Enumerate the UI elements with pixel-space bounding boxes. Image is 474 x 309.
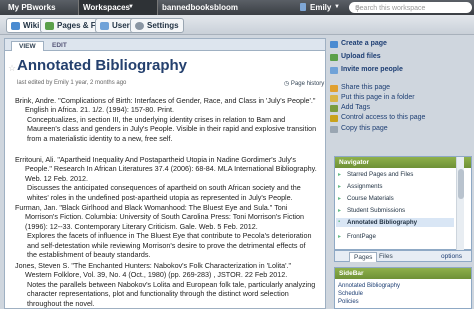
chevron-right-icon: ▸: [338, 172, 342, 178]
search-input[interactable]: ⚲ Search this workspace: [349, 2, 472, 13]
invite-people-label: Invite more people: [341, 66, 403, 73]
chevron-right-icon: ▸: [338, 234, 342, 240]
copy-page-link[interactable]: Copy this page: [330, 125, 388, 135]
scrollbar-thumb[interactable]: [458, 169, 464, 199]
bibliography-entry: Furman, Jan. "Black Girlhood and Black W…: [15, 203, 317, 259]
star-icon[interactable]: ☆: [8, 63, 16, 74]
chevron-down-icon[interactable]: ▼: [128, 4, 134, 10]
copy-page-label: Copy this page: [341, 125, 388, 132]
page-history-label: Page history: [290, 81, 325, 87]
copy-icon: [330, 126, 338, 133]
upload-files-label: Upload files: [341, 53, 381, 60]
create-page-link[interactable]: Create a page: [330, 40, 387, 50]
search-placeholder: Search this workspace: [355, 5, 426, 12]
gear-icon: [135, 22, 144, 30]
tab-pages[interactable]: Pages: [349, 252, 378, 262]
page-icon: ▪: [338, 219, 341, 225]
chevron-right-icon: ▸: [338, 196, 342, 202]
navigator-scrollbar[interactable]: [456, 157, 464, 252]
bibliography-entry: Jones, Steven S. "The Enchanted Hunters:…: [15, 261, 317, 308]
nav-item-starred[interactable]: ▸ Starred Pages and Files: [338, 171, 413, 178]
sidebar-link[interactable]: Schedule: [338, 291, 363, 297]
last-edited-meta: last edited by Emily 1 year, 2 months ag…: [17, 80, 127, 86]
options-link[interactable]: options: [437, 252, 466, 261]
folder-icon: [330, 95, 338, 102]
tab-wiki-label: Wiki: [23, 21, 40, 30]
user-menu-chevron-icon[interactable]: ▼: [334, 4, 340, 10]
add-tags-label: Add Tags: [341, 104, 371, 111]
share-page-link[interactable]: Share this page: [330, 84, 390, 94]
share-icon: [330, 85, 338, 92]
control-access-label: Control access to this page: [341, 114, 426, 121]
folder-icon: [45, 22, 54, 30]
wiki-icon: [11, 22, 20, 30]
workspace-name[interactable]: bannedbooksbloom: [162, 3, 238, 12]
bibliography-entry: Erritouni, Ali. "Apartheid Inequality An…: [15, 155, 317, 202]
bibliography-entry: Brink, Andre. "Complications of Birth: I…: [15, 96, 317, 143]
users-icon: [100, 22, 109, 30]
tab-wiki[interactable]: Wiki: [6, 18, 45, 33]
chevron-right-icon: ▸: [338, 184, 342, 190]
nav-item-label: Student Submissions: [347, 207, 406, 214]
new-page-icon: [330, 41, 338, 48]
nav-item-label: Assignments: [347, 183, 383, 190]
user-icon: [300, 3, 306, 11]
tab-settings[interactable]: Settings: [130, 18, 184, 33]
lock-icon: [330, 115, 338, 122]
page-actions: Create a page Upload files Invite more p…: [330, 38, 472, 138]
view-edit-tabs: VIEW EDIT: [5, 39, 325, 51]
tab-edit[interactable]: EDIT: [45, 41, 74, 51]
page-content: VIEW EDIT ☆ Annotated Bibliography last …: [4, 38, 326, 309]
clock-icon: ◷: [284, 81, 291, 87]
sidebar-link[interactable]: Annotated Bibliography: [338, 283, 400, 289]
nav-item-label: Starred Pages and Files: [347, 171, 414, 178]
tag-icon: [330, 105, 338, 112]
add-tags-link[interactable]: Add Tags: [330, 104, 370, 114]
entry-annotation: Discusses the anticipated consequences o…: [27, 183, 301, 202]
nav-item-label: Annotated Bibliography: [347, 219, 418, 226]
page-title: Annotated Bibliography: [17, 57, 187, 74]
invite-people-link[interactable]: Invite more people: [330, 66, 403, 76]
navigator-tabs: Pages Files options: [334, 250, 472, 262]
workspaces-label[interactable]: Workspaces: [83, 3, 130, 12]
nav-item-label: FrontPage: [347, 233, 376, 240]
entry-annotation: Conceptualizes, in section III, the unde…: [27, 114, 317, 143]
nav-item-student-submissions[interactable]: ▸ Student Submissions: [338, 207, 405, 214]
tab-settings-label: Settings: [147, 21, 179, 30]
top-bar: My PBworks Workspaces ▼ bannedbooksbloom…: [0, 0, 474, 15]
upload-files-link[interactable]: Upload files: [330, 53, 381, 63]
nav-item-annotated-bibliography[interactable]: ▪ Annotated Bibliography: [338, 219, 417, 226]
entry-citation: Jones, Steven S. "The Enchanted Hunters:…: [15, 261, 292, 280]
invite-icon: [330, 67, 338, 74]
entry-citation: Furman, Jan. "Black Girlhood and Black W…: [15, 203, 305, 231]
put-in-folder-link[interactable]: Put this page in a folder: [330, 94, 415, 104]
upload-icon: [330, 54, 338, 61]
nav-item-course-materials[interactable]: ▸ Course Materials: [338, 195, 394, 202]
entry-annotation: Explores the facets of influence in The …: [27, 231, 312, 260]
my-pbworks-link[interactable]: My PBworks: [8, 3, 56, 12]
tab-files[interactable]: Files: [375, 252, 397, 261]
navigator-header: Navigator: [335, 157, 471, 168]
put-in-folder-label: Put this page in a folder: [341, 94, 415, 101]
workspace-nav: Wiki Pages & Files Users Settings: [0, 15, 474, 35]
page-history-link[interactable]: ◷ Page history: [284, 80, 324, 87]
entry-citation: Brink, Andre. "Complications of Birth: I…: [15, 96, 316, 115]
nav-item-frontpage[interactable]: ▸ FrontPage: [338, 233, 376, 240]
create-page-label: Create a page: [341, 40, 387, 47]
user-name[interactable]: Emily: [310, 3, 331, 12]
share-page-label: Share this page: [341, 84, 391, 91]
entry-citation: Erritouni, Ali. "Apartheid Inequality An…: [15, 155, 317, 183]
control-access-link[interactable]: Control access to this page: [330, 114, 425, 124]
tab-view[interactable]: VIEW: [11, 41, 44, 51]
sidebar-header: SideBar: [335, 268, 471, 279]
sidebar-link[interactable]: Policies: [338, 299, 359, 305]
entry-annotation: Notes the parallels between Nabokov's Lo…: [27, 279, 316, 308]
nav-item-label: Course Materials: [347, 195, 394, 202]
nav-item-assignments[interactable]: ▸ Assignments: [338, 183, 382, 190]
chevron-right-icon: ▸: [338, 208, 342, 214]
